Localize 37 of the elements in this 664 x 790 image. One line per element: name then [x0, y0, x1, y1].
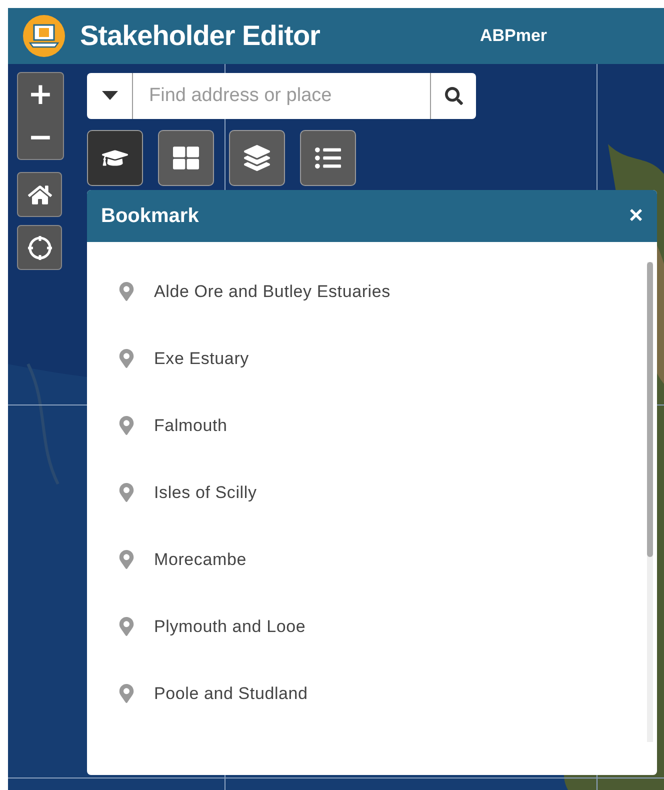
layers-icon — [244, 145, 270, 171]
list-icon — [315, 145, 341, 171]
bookmark-item[interactable]: Falmouth — [154, 416, 228, 436]
app-title: Stakeholder Editor — [80, 20, 320, 52]
search-button[interactable] — [430, 73, 476, 119]
grid-tool-button[interactable] — [158, 130, 214, 186]
map-pin-icon — [117, 684, 136, 703]
bookmark-item[interactable]: Morecambe — [154, 550, 246, 570]
layers-tool-button[interactable] — [229, 130, 285, 186]
zoom-out-button[interactable]: − — [18, 116, 63, 159]
map-pin-icon — [117, 282, 136, 301]
home-button[interactable] — [17, 172, 62, 217]
user-name: ABPmer — [480, 26, 548, 46]
zoom-in-button[interactable]: + — [18, 73, 63, 116]
crosshair-icon — [26, 234, 54, 262]
search-field[interactable]: Find address or place — [133, 73, 430, 119]
locate-button[interactable] — [17, 225, 62, 270]
bookmark-item[interactable]: Isles of Scilly — [154, 482, 257, 502]
map-pin-icon — [117, 617, 136, 636]
close-button[interactable]: × — [628, 202, 643, 230]
dropdown-button[interactable] — [87, 73, 133, 119]
bookmark-tool-button[interactable] — [87, 130, 143, 186]
map-pin-icon — [117, 349, 136, 368]
map-pin-icon — [117, 550, 136, 569]
map-pin-icon — [117, 416, 136, 435]
search-icon — [444, 87, 462, 105]
bookmark-item[interactable]: Poole and Studland — [154, 684, 308, 704]
legend-tool-button[interactable] — [300, 130, 356, 186]
bookmark-item[interactable]: Plymouth and Looe — [154, 616, 306, 636]
grid-icon — [173, 145, 199, 171]
home-icon — [28, 182, 52, 206]
bookmark-item[interactable]: Exe Estuary — [154, 348, 249, 368]
laptop-logo-icon — [22, 14, 66, 58]
map-pin-icon — [117, 483, 136, 502]
panel-title: Bookmark — [101, 204, 199, 228]
bookmark-item[interactable]: Alde Ore and Butley Estuaries — [154, 282, 390, 302]
caret-icon — [102, 91, 118, 101]
